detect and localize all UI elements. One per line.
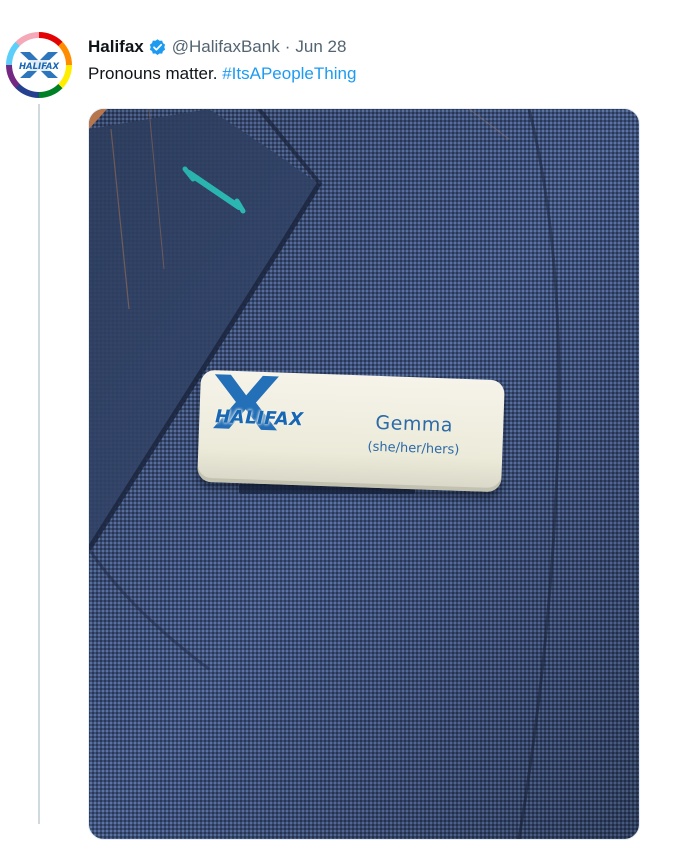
thread-line bbox=[38, 104, 40, 824]
badge-name: Gemma bbox=[375, 411, 454, 437]
name-badge: HALIFAX Gemma (she/her/hers) bbox=[197, 369, 505, 493]
badge-logo-text: HALIFAX bbox=[214, 406, 304, 431]
separator-dot: · bbox=[284, 37, 291, 56]
avatar[interactable]: HALIFAX bbox=[6, 32, 72, 98]
tweet: HALIFAX Halifax @HalifaxBank · Jun 28 Pr… bbox=[0, 0, 700, 854]
tweet-photo[interactable]: HALIFAX Gemma (she/her/hers) bbox=[88, 108, 640, 840]
tweet-body: Pronouns matter. bbox=[88, 64, 218, 83]
avatar-logo-text: HALIFAX bbox=[19, 62, 60, 72]
halifax-logo-icon: HALIFAX bbox=[12, 38, 66, 92]
hashtag-link[interactable]: #ItsAPeopleThing bbox=[222, 64, 356, 83]
user-handle[interactable]: @HalifaxBank bbox=[172, 37, 280, 57]
verified-badge-icon bbox=[148, 38, 167, 57]
tweet-header: Halifax @HalifaxBank · Jun 28 bbox=[88, 34, 346, 60]
tweet-text: Pronouns matter. #ItsAPeopleThing bbox=[88, 64, 356, 84]
tweet-date[interactable]: Jun 28 bbox=[295, 37, 346, 57]
display-name[interactable]: Halifax bbox=[88, 37, 144, 57]
badge-pronouns: (she/her/hers) bbox=[367, 439, 460, 458]
